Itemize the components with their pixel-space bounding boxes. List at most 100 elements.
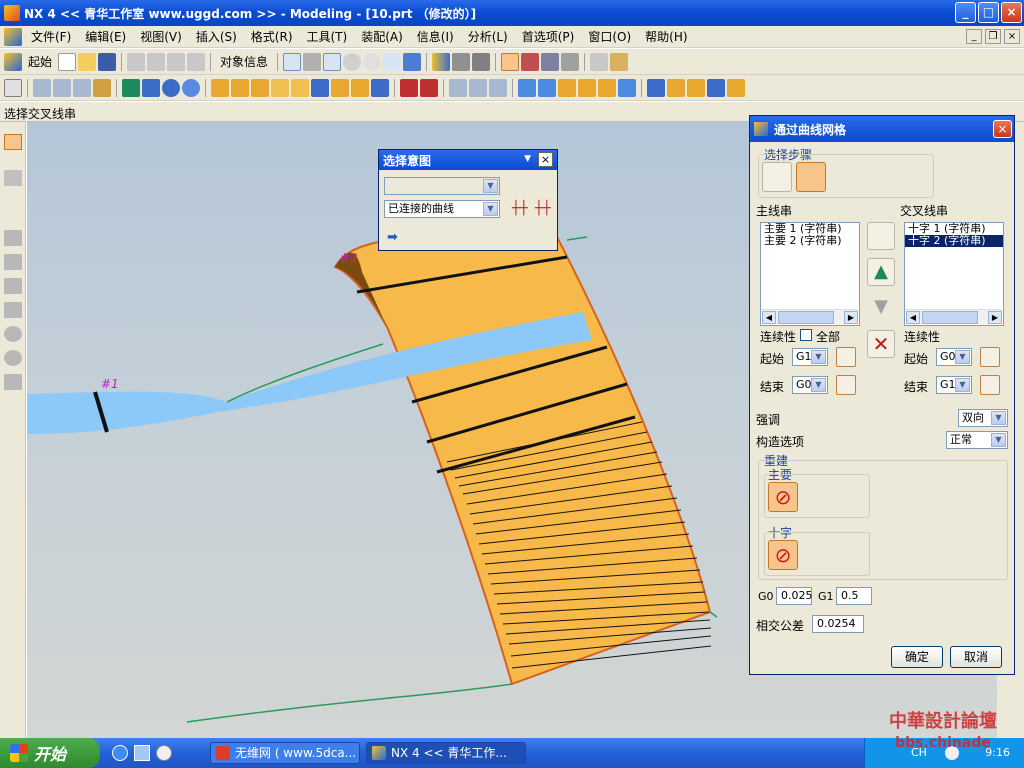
blend-icon[interactable] xyxy=(331,78,349,97)
menu-assembly[interactable]: 装配(A) xyxy=(354,28,410,45)
selection-filter-icon[interactable] xyxy=(501,52,520,71)
window-titlebar[interactable]: NX 4 << 青华工作室 www.uggd.com >> - Modeling… xyxy=(0,0,1024,26)
boolean-icon[interactable] xyxy=(122,78,140,97)
new-file-icon[interactable] xyxy=(58,52,77,71)
menu-format[interactable]: 格式(R) xyxy=(244,28,300,45)
ellipse-tool-icon[interactable] xyxy=(4,350,22,366)
construction-options-dropdown[interactable]: 正常 ▼ xyxy=(946,431,1008,449)
menu-edit[interactable]: 编辑(E) xyxy=(78,28,133,45)
datum-icon[interactable] xyxy=(93,78,111,97)
paste-icon[interactable] xyxy=(167,52,186,71)
close-button[interactable]: × xyxy=(1001,2,1022,23)
menu-file[interactable]: 文件(F) xyxy=(24,28,78,45)
cut-icon[interactable] xyxy=(127,52,146,71)
pocket-icon[interactable] xyxy=(251,78,269,97)
dialog-close-button[interactable]: × xyxy=(993,120,1012,138)
sketch-icon[interactable] xyxy=(4,78,22,97)
start-icon[interactable] xyxy=(4,52,22,71)
orient-view-icon[interactable] xyxy=(403,52,422,71)
mdi-minimize-button[interactable]: _ xyxy=(966,29,982,44)
mdi-restore-button[interactable]: ❐ xyxy=(985,29,1001,44)
cross-curves-step-button[interactable] xyxy=(796,162,826,192)
rebuild-cross-auto-button[interactable] xyxy=(836,540,866,570)
follow-fillet-icon[interactable]: ┼┼ xyxy=(512,201,528,216)
mdi-close-button[interactable]: × xyxy=(1004,29,1020,44)
save-icon[interactable] xyxy=(98,52,117,71)
point-constructor-icon[interactable] xyxy=(521,52,540,71)
selection-intent-close-button[interactable]: × xyxy=(538,152,553,167)
surface-analysis-icon[interactable] xyxy=(727,78,745,97)
stop-at-intersection-icon[interactable]: ┼┼ xyxy=(535,201,551,216)
layer-settings-icon[interactable] xyxy=(610,52,629,71)
revolve-icon[interactable] xyxy=(53,78,71,97)
line-icon[interactable] xyxy=(400,78,418,97)
menu-insert[interactable]: 插入(S) xyxy=(189,28,244,45)
maximize-button[interactable]: □ xyxy=(978,2,999,23)
extract-icon[interactable] xyxy=(707,78,725,97)
curve-rule-dropdown[interactable]: 已连接的曲线 ▼ xyxy=(384,200,500,218)
pad-icon[interactable] xyxy=(271,78,289,97)
ok-button[interactable]: 确定 xyxy=(891,646,943,668)
thicken-icon[interactable] xyxy=(667,78,685,97)
sew-icon[interactable] xyxy=(647,78,665,97)
cross-start-face-button[interactable] xyxy=(980,347,1000,367)
primary-start-dropdown[interactable]: G1 ▼ xyxy=(792,348,828,366)
cross-end-dropdown[interactable]: G1 ▼ xyxy=(936,376,972,394)
bounded-plane-icon[interactable] xyxy=(618,78,636,97)
through-curves-icon[interactable] xyxy=(518,78,536,97)
nx-menu-icon[interactable] xyxy=(4,27,22,46)
background-icon[interactable] xyxy=(472,52,491,71)
primary-end-face-button[interactable] xyxy=(836,375,856,395)
view-tool-icon[interactable] xyxy=(4,170,22,186)
list-item[interactable]: 主要 2 (字符串) xyxy=(761,235,859,247)
ie-quicklaunch-icon[interactable] xyxy=(112,745,128,761)
spline-tool-icon[interactable] xyxy=(4,254,22,270)
cross-start-dropdown[interactable]: G0 ▼ xyxy=(936,348,972,366)
shell-icon[interactable] xyxy=(371,78,389,97)
line-tool-icon[interactable] xyxy=(4,230,22,246)
chamfer-icon[interactable] xyxy=(351,78,369,97)
selection-filter-dropdown[interactable]: ▼ xyxy=(384,177,500,195)
spine-step-icon[interactable] xyxy=(830,162,860,192)
menu-window[interactable]: 窗口(O) xyxy=(581,28,638,45)
taskbar-item-nx[interactable]: NX 4 << 青华工作... xyxy=(366,742,526,764)
rebuild-cross-degree-button[interactable] xyxy=(802,540,832,570)
point-tool-icon[interactable] xyxy=(4,302,22,318)
project-icon[interactable] xyxy=(489,78,507,97)
sphere-icon[interactable] xyxy=(182,78,200,97)
intersection-tolerance-input[interactable]: 0.0254 xyxy=(812,615,864,633)
fit-view-icon[interactable] xyxy=(283,52,302,71)
rebuild-primary-none-button[interactable]: ⊘ xyxy=(768,482,798,512)
magnify-icon[interactable] xyxy=(343,52,362,71)
primary-curves-step-button[interactable] xyxy=(762,162,792,192)
hole-icon[interactable] xyxy=(211,78,229,97)
next-arrow-icon[interactable]: ➡ xyxy=(387,230,398,245)
layer-icon[interactable] xyxy=(590,52,609,71)
cross-strings-list[interactable]: 十字 1 (字符串) 十字 2 (字符串) ◀ ▶ xyxy=(904,222,1004,326)
menu-analysis[interactable]: 分析(L) xyxy=(461,28,515,45)
menu-tools[interactable]: 工具(T) xyxy=(300,28,355,45)
primary-strings-list[interactable]: 主要 1 (字符串) 主要 2 (字符串) ◀ ▶ xyxy=(760,222,860,326)
slot-icon[interactable] xyxy=(291,78,309,97)
sweep-icon[interactable] xyxy=(73,78,91,97)
move-up-button[interactable]: ▲ xyxy=(867,258,895,286)
render-style-icon[interactable] xyxy=(432,52,451,71)
start-menu-button[interactable]: 起始 xyxy=(24,53,56,70)
swept-icon[interactable] xyxy=(558,78,576,97)
minimize-button[interactable]: _ xyxy=(955,2,976,23)
curve-mesh-icon[interactable] xyxy=(538,78,556,97)
shading-icon[interactable] xyxy=(452,52,471,71)
cancel-button[interactable]: 取消 xyxy=(950,646,1002,668)
emphasis-dropdown[interactable]: 双向 ▼ xyxy=(958,409,1008,427)
menu-info[interactable]: 信息(I) xyxy=(410,28,461,45)
cylinder-icon[interactable] xyxy=(162,78,180,97)
trim-icon[interactable] xyxy=(449,78,467,97)
n-sided-icon[interactable] xyxy=(598,78,616,97)
rebuild-cross-none-button[interactable]: ⊘ xyxy=(768,540,798,570)
reverse-direction-button[interactable] xyxy=(867,222,895,250)
hide-icon[interactable] xyxy=(561,52,580,71)
taskbar-item-browser[interactable]: 无维网 ( www.5dca... xyxy=(210,742,360,764)
list-item-selected[interactable]: 十字 2 (字符串) xyxy=(905,235,1003,247)
zoom-icon[interactable] xyxy=(323,52,342,71)
menu-view[interactable]: 视图(V) xyxy=(133,28,189,45)
